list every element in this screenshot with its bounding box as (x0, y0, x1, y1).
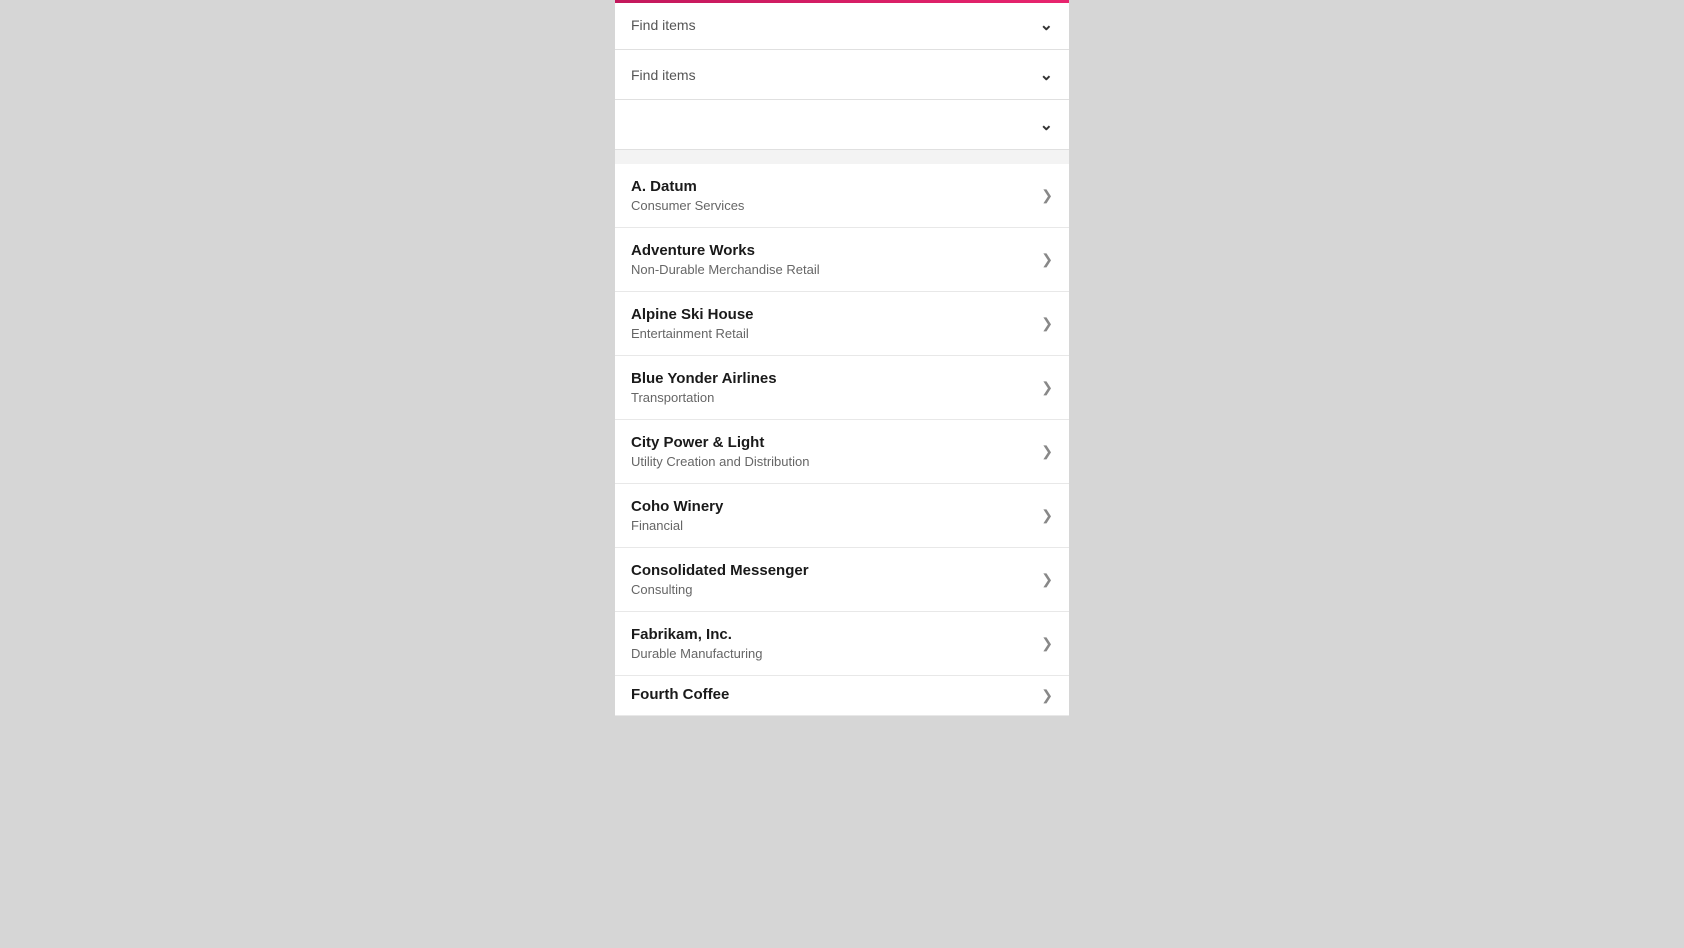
list-item-title-fourth-coffee: Fourth Coffee (631, 686, 1033, 703)
list-item-content-fabrikam-inc: Fabrikam, Inc. Durable Manufacturing (631, 626, 1033, 661)
chevron-right-icon-coho-winery: ❯ (1041, 507, 1053, 524)
list-item-subtitle-consolidated-messenger: Consulting (631, 582, 1033, 597)
list-item-city-power-light[interactable]: City Power & Light Utility Creation and … (615, 420, 1069, 484)
list-item-content-alpine-ski-house: Alpine Ski House Entertainment Retail (631, 306, 1033, 341)
chevron-right-icon-consolidated-messenger: ❯ (1041, 571, 1053, 588)
list-item-a-datum[interactable]: A. Datum Consumer Services ❯ (615, 164, 1069, 228)
list-item-content-a-datum: A. Datum Consumer Services (631, 178, 1033, 213)
list-item-subtitle-blue-yonder-airlines: Transportation (631, 390, 1033, 405)
list-item-subtitle-a-datum: Consumer Services (631, 198, 1033, 213)
filter-1-label: Find items (631, 17, 1040, 33)
chevron-right-icon-a-datum: ❯ (1041, 187, 1053, 204)
list-item-title-city-power-light: City Power & Light (631, 434, 1033, 451)
list-item-fabrikam-inc[interactable]: Fabrikam, Inc. Durable Manufacturing ❯ (615, 612, 1069, 676)
chevron-right-icon-fourth-coffee: ❯ (1041, 687, 1053, 704)
filter-2-label: Find items (631, 67, 1040, 83)
spacer (615, 150, 1069, 164)
list-item-consolidated-messenger[interactable]: Consolidated Messenger Consulting ❯ (615, 548, 1069, 612)
filter-dropdown-2[interactable]: Find items ⌄ (615, 50, 1069, 100)
list-item-subtitle-alpine-ski-house: Entertainment Retail (631, 326, 1033, 341)
chevron-right-icon-city-power-light: ❯ (1041, 443, 1053, 460)
list-item-title-blue-yonder-airlines: Blue Yonder Airlines (631, 370, 1033, 387)
list-item-alpine-ski-house[interactable]: Alpine Ski House Entertainment Retail ❯ (615, 292, 1069, 356)
progress-bar (615, 0, 1069, 3)
list-item-adventure-works[interactable]: Adventure Works Non-Durable Merchandise … (615, 228, 1069, 292)
list-item-subtitle-city-power-light: Utility Creation and Distribution (631, 454, 1033, 469)
main-panel: Find items ⌄ Find items ⌄ ⌄ A. Datum Con… (615, 0, 1069, 716)
list-item-blue-yonder-airlines[interactable]: Blue Yonder Airlines Transportation ❯ (615, 356, 1069, 420)
list-item-content-coho-winery: Coho Winery Financial (631, 498, 1033, 533)
list-item-title-consolidated-messenger: Consolidated Messenger (631, 562, 1033, 579)
filter-dropdown-3[interactable]: ⌄ (615, 100, 1069, 150)
list-item-title-alpine-ski-house: Alpine Ski House (631, 306, 1033, 323)
list-item-fourth-coffee[interactable]: Fourth Coffee ❯ (615, 676, 1069, 716)
list-item-subtitle-adventure-works: Non-Durable Merchandise Retail (631, 262, 1033, 277)
chevron-down-icon-1: ⌄ (1040, 15, 1053, 35)
list-item-subtitle-coho-winery: Financial (631, 518, 1033, 533)
list-item-content-fourth-coffee: Fourth Coffee (631, 686, 1033, 706)
chevron-right-icon-fabrikam-inc: ❯ (1041, 635, 1053, 652)
list-item-coho-winery[interactable]: Coho Winery Financial ❯ (615, 484, 1069, 548)
chevron-right-icon-alpine-ski-house: ❯ (1041, 315, 1053, 332)
chevron-down-icon-2: ⌄ (1040, 65, 1053, 85)
chevron-right-icon-blue-yonder-airlines: ❯ (1041, 379, 1053, 396)
list-item-content-consolidated-messenger: Consolidated Messenger Consulting (631, 562, 1033, 597)
list-item-title-fabrikam-inc: Fabrikam, Inc. (631, 626, 1033, 643)
list-item-title-coho-winery: Coho Winery (631, 498, 1033, 515)
accounts-list[interactable]: A. Datum Consumer Services ❯ Adventure W… (615, 164, 1069, 716)
list-item-subtitle-fabrikam-inc: Durable Manufacturing (631, 646, 1033, 661)
list-item-title-a-datum: A. Datum (631, 178, 1033, 195)
list-item-title-adventure-works: Adventure Works (631, 242, 1033, 259)
list-item-content-blue-yonder-airlines: Blue Yonder Airlines Transportation (631, 370, 1033, 405)
filter-dropdown-1[interactable]: Find items ⌄ (615, 0, 1069, 50)
list-item-content-adventure-works: Adventure Works Non-Durable Merchandise … (631, 242, 1033, 277)
chevron-right-icon-adventure-works: ❯ (1041, 251, 1053, 268)
chevron-down-icon-3: ⌄ (1040, 115, 1053, 135)
list-item-content-city-power-light: City Power & Light Utility Creation and … (631, 434, 1033, 469)
